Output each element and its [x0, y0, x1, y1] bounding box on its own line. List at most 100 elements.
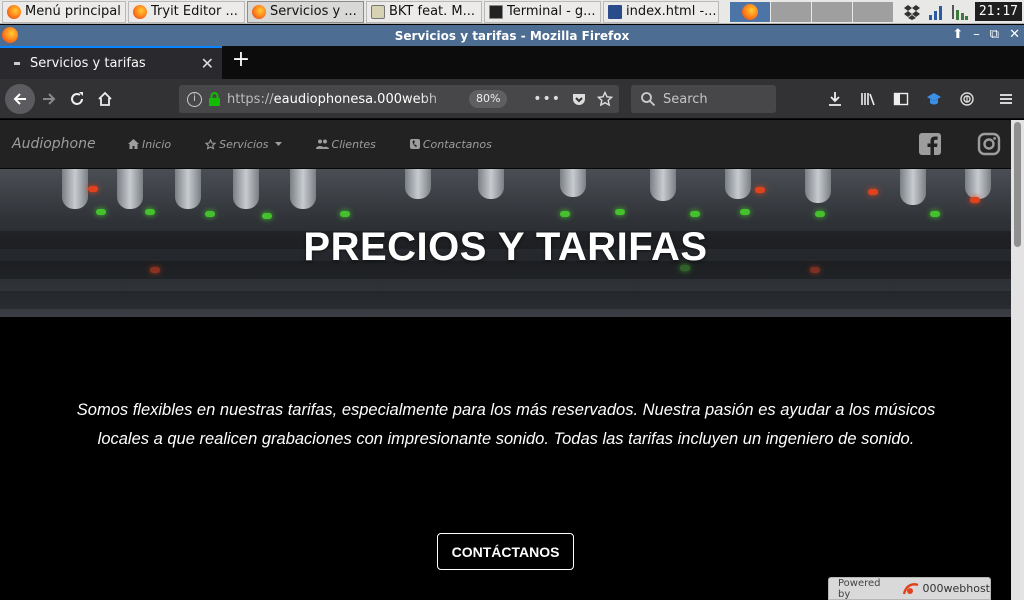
back-button[interactable] — [5, 83, 35, 114]
taskbar-item-label: Terminal - g... — [507, 4, 596, 19]
webhost-logo-icon — [902, 582, 918, 594]
dropbox-icon[interactable] — [903, 3, 921, 21]
window-title: Servicios y tarifas - Mozilla Firefox — [394, 28, 630, 43]
nav-link-label: Contactanos — [422, 137, 492, 151]
window-maximize-button[interactable]: ⧉ — [990, 27, 999, 42]
download-icon — [829, 92, 841, 106]
window-minimize-button[interactable]: – — [973, 27, 980, 42]
new-tab-button[interactable]: + — [230, 49, 252, 72]
editor-icon — [608, 4, 622, 19]
firefox-icon — [2, 27, 18, 43]
home-button[interactable] — [91, 85, 119, 113]
webhost-name: 000webhost — [922, 582, 991, 595]
web-page: Audiophone Inicio Servicios Clientes Con… — [0, 120, 1011, 600]
pocket-icon[interactable] — [571, 91, 587, 107]
reload-button[interactable] — [63, 85, 91, 113]
zoom-indicator[interactable]: 80% — [469, 90, 508, 108]
forward-button[interactable] — [35, 85, 63, 113]
hero-banner: PRECIOS Y TARIFAS — [0, 169, 1011, 317]
extension-button[interactable] — [920, 85, 948, 113]
arrow-right-icon — [43, 92, 56, 105]
nav-link-inicio[interactable]: Inicio — [128, 138, 171, 151]
taskbar-item-main-menu[interactable]: Menú principal — [2, 0, 126, 23]
workspace-3[interactable] — [812, 1, 852, 22]
reload-icon — [71, 91, 83, 105]
terminal-icon — [489, 4, 503, 19]
powered-by-label: Powered by — [838, 577, 881, 600]
workspace-switcher — [729, 1, 893, 22]
taskbar-item-tryit[interactable]: Tryit Editor ... — [128, 0, 245, 23]
nav-link-servicios[interactable]: Servicios — [205, 137, 282, 151]
taskbar-item-label: BKT feat. M... — [389, 4, 476, 19]
extension-button-2[interactable] — [953, 85, 981, 113]
taskbar-item-index-html[interactable]: index.html -... — [603, 0, 719, 23]
firefox-icon — [742, 3, 758, 20]
library-icon — [861, 93, 875, 106]
facebook-icon[interactable] — [918, 132, 942, 156]
site-brand[interactable]: Audiophone — [12, 136, 124, 152]
tab-servicios[interactable]: Servicios y tarifas ✕ — [0, 46, 222, 79]
caret-down-icon — [274, 142, 282, 146]
star-icon — [205, 138, 217, 150]
window-titlebar: Servicios y tarifas - Mozilla Firefox ⬆ … — [0, 25, 1024, 46]
graduation-cap-icon — [927, 93, 941, 105]
network-signal-icon[interactable] — [927, 3, 945, 21]
battery-chart-icon[interactable] — [951, 3, 969, 21]
intro-paragraph: Somos flexibles en nuestras tarifas, esp… — [76, 401, 936, 448]
url-bar[interactable]: i https://eaudiophonesa.000webh 80% ••• — [179, 85, 619, 113]
downloads-button[interactable] — [821, 85, 849, 113]
system-tray: 21:17 — [903, 2, 1024, 21]
tab-favicon-icon — [14, 62, 20, 65]
home-icon — [128, 139, 139, 149]
firefox-icon — [252, 4, 266, 19]
taskbar-item-label: Menú principal — [25, 4, 121, 19]
search-input[interactable] — [663, 91, 763, 107]
clock[interactable]: 21:17 — [974, 2, 1022, 21]
contact-button[interactable]: CONTÁCTANOS — [437, 533, 574, 570]
url-text[interactable]: https://eaudiophonesa.000webh — [227, 92, 459, 107]
tab-strip: Servicios y tarifas ✕ + — [0, 46, 1024, 79]
lock-icon[interactable] — [208, 92, 221, 106]
window-up-icon[interactable]: ⬆ — [952, 27, 963, 42]
workspace-2[interactable] — [771, 1, 811, 22]
site-navbar: Audiophone Inicio Servicios Clientes Con… — [0, 120, 1011, 169]
workspace-4[interactable] — [853, 1, 893, 22]
browser-navbar: i https://eaudiophonesa.000webh 80% ••• — [0, 79, 1024, 119]
home-icon — [98, 91, 112, 106]
instagram-icon[interactable] — [977, 132, 1001, 156]
workspace-1[interactable] — [730, 1, 770, 22]
search-icon — [641, 92, 656, 107]
search-bar[interactable] — [631, 85, 776, 113]
taskbar-item-label: index.html -... — [626, 4, 717, 19]
taskbar-item-bkt[interactable]: BKT feat. M... — [366, 0, 482, 23]
scrollbar-thumb[interactable] — [1014, 122, 1021, 247]
window-close-button[interactable]: ✕ — [1009, 27, 1020, 42]
nav-link-label: Clientes — [331, 137, 376, 151]
phone-icon — [409, 139, 420, 149]
tab-title: Servicios y tarifas — [30, 56, 146, 71]
toolbar-icons — [821, 85, 1020, 113]
nav-link-label: Servicios — [219, 137, 269, 151]
menu-button[interactable] — [992, 85, 1020, 113]
firefox-icon — [7, 4, 21, 19]
hamburger-menu-icon — [1000, 94, 1012, 104]
nav-link-clientes[interactable]: Clientes — [315, 137, 376, 151]
taskbar-item-terminal[interactable]: Terminal - g... — [484, 0, 601, 23]
taskbar-item-servicios[interactable]: Servicios y ... — [247, 0, 364, 23]
tab-close-icon[interactable]: ✕ — [201, 54, 214, 73]
library-button[interactable] — [854, 85, 882, 113]
nav-link-contactanos[interactable]: Contactanos — [409, 137, 492, 151]
taskbar-item-label: Tryit Editor ... — [151, 4, 238, 19]
sidebar-button[interactable] — [887, 85, 915, 113]
sidebar-icon — [893, 92, 909, 106]
webhost-logo: 000webhost — [902, 582, 991, 596]
info-icon[interactable]: i — [187, 91, 202, 107]
page-actions-icon[interactable]: ••• — [533, 91, 561, 107]
powered-by-badge[interactable]: Powered by 000webhost — [828, 577, 991, 600]
media-icon — [371, 4, 385, 19]
page-scrollbar[interactable] — [1011, 120, 1024, 600]
bookmark-star-icon[interactable] — [597, 91, 613, 107]
fingerprint-icon — [960, 92, 974, 106]
firefox-icon — [133, 4, 147, 19]
nav-link-label: Inicio — [142, 137, 172, 151]
